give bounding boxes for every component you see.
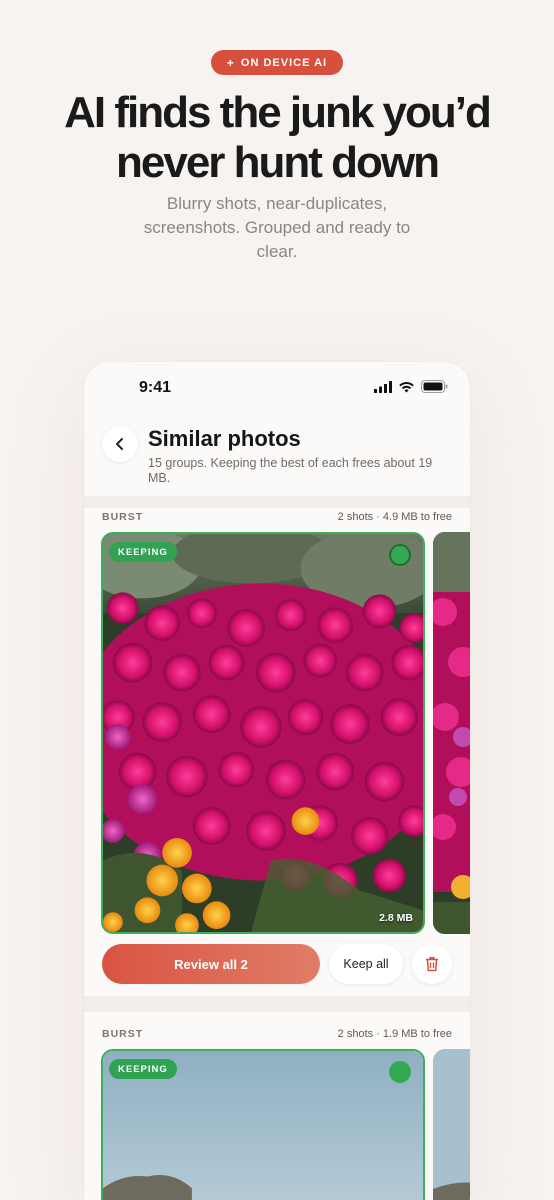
trash-icon [426,957,438,972]
hero-subtitle: Blurry shots, near-duplicates, screensho… [143,194,411,261]
keeping-photo[interactable]: KEEPING [101,1049,425,1200]
flower-photo-2 [433,532,470,934]
selected-check-icon[interactable] [389,1061,411,1083]
group-label: BURST [102,511,144,523]
photo-group-1: BURST 2 shots · 4.9 MB to free KEEPING 2… [84,508,470,996]
keep-all-button[interactable]: Keep all [329,944,403,984]
group-info: 2 shots · 1.9 MB to free [337,1028,452,1040]
headline-line-1: AI finds the junk you’d [64,88,492,137]
back-button[interactable] [102,426,138,462]
group-divider [84,496,470,508]
flower-photo [103,534,423,932]
plus-icon: + [226,55,235,70]
chevron-left-icon [116,438,123,450]
keeping-photo[interactable]: KEEPING 2.8 MB [101,532,425,934]
screen-subtitle: 15 groups. Keeping the best of each free… [148,456,433,485]
status-bar: 9:41 [84,362,470,412]
keeping-badge: KEEPING [109,1059,177,1079]
selected-check-icon[interactable] [389,544,411,566]
signal-icon [374,380,392,393]
photo-group-2: BURST 2 shots · 1.9 MB to free KEEPING [84,1012,470,1200]
group-divider [84,996,470,1012]
battery-icon [421,380,448,393]
headline-line-2: never hunt down [116,138,440,187]
sky-photo-2 [433,1049,470,1200]
delete-button[interactable] [412,944,452,984]
group-label: BURST [102,1028,144,1040]
review-all-button[interactable]: Review all 2 [102,944,320,984]
status-icons [374,380,448,393]
group-info: 2 shots · 4.9 MB to free [337,511,452,523]
second-photo-thumbnail[interactable] [433,532,470,934]
badge-label: ON DEVICE AI [240,56,328,69]
second-photo-thumbnail[interactable] [433,1049,470,1200]
page-headline: AI finds the junk you’d never hunt down [20,88,534,188]
on-device-ai-badge: + ON DEVICE AI [211,50,343,75]
phone-mockup: 9:41 Similar photos 15 groups. Keeping t… [84,362,470,1200]
screen-title: Similar photos [148,426,301,451]
status-time: 9:41 [139,379,172,396]
photo-size-label: 2.8 MB [379,912,413,924]
keeping-badge: KEEPING [109,542,177,562]
wifi-icon [399,381,414,392]
